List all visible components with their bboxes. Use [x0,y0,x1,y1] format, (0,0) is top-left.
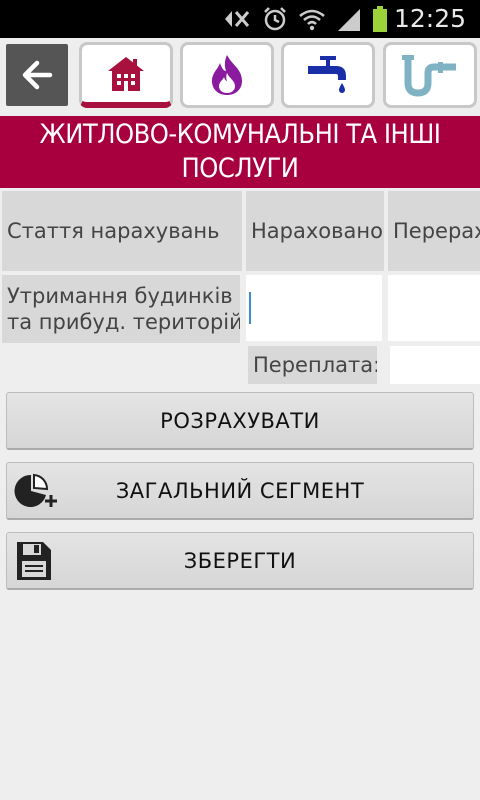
signal-icon [336,7,362,31]
wifi-icon [298,7,326,31]
tab-housing[interactable] [79,42,173,108]
overpayment-input[interactable] [390,346,480,384]
tab-water[interactable] [281,42,375,108]
back-arrow-icon [22,60,53,90]
header-recalc: Перерах [388,191,480,271]
calculate-label: РОЗРАХУВАТИ [160,408,320,433]
tab-sewage[interactable] [383,42,477,108]
charged-input[interactable] [246,275,382,341]
status-bar: 12:25 [0,0,480,38]
general-segment-button[interactable]: ЗАГАЛЬНИЙ СЕГМЕНТ [6,462,474,520]
water-tap-icon [308,56,346,93]
save-label: ЗБЕРЕГТИ [183,548,297,573]
row-label-line1: Утримання будинків [7,284,233,308]
overpayment-label: Переплата: [248,346,377,384]
back-button[interactable] [6,44,68,106]
alarm-icon [262,6,288,32]
header-article: Стаття нарахувань [2,191,242,271]
mute-icon [222,7,252,31]
page-title: ЖИТЛОВО-КОМУНАЛЬНІ ТА ІНШІ ПОСЛУГИ [0,116,480,188]
pipe-icon [402,55,456,97]
recalc-input[interactable] [388,275,480,341]
general-segment-label: ЗАГАЛЬНИЙ СЕГМЕНТ [115,478,365,503]
clock: 12:25 [393,4,466,33]
text-cursor [249,292,251,324]
battery-icon [372,6,388,32]
calculate-button[interactable]: РОЗРАХУВАТИ [6,392,474,450]
pie-chart-add-icon [13,473,63,514]
status-icons [222,6,388,32]
header-charged: Нараховано [246,191,384,271]
tab-gas[interactable] [180,42,274,108]
save-button[interactable]: ЗБЕРЕГТИ [6,532,474,590]
floppy-disk-icon [17,542,51,585]
tab-bar [0,38,480,116]
row-label: Утримання будинків та прибуд. територій [2,275,240,343]
flame-icon [212,55,242,95]
house-icon [108,56,144,91]
row-label-line2: та прибуд. територій [7,310,240,334]
